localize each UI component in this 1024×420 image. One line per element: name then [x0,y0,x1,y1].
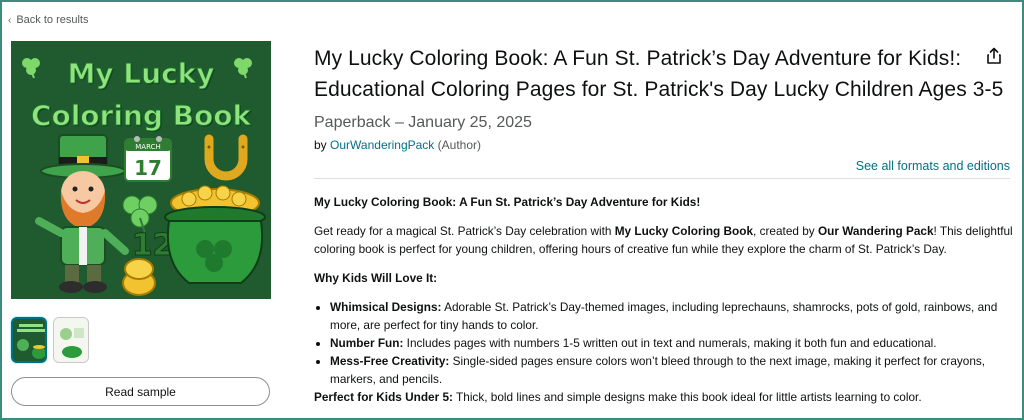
author-link[interactable]: OurWanderingPack [330,138,434,152]
share-button[interactable] [980,42,1008,70]
bullet-label: Whimsical Designs: [330,300,442,314]
intro-bold-2: Our Wandering Pack [817,224,934,238]
thumbnail-page[interactable] [53,317,89,363]
list-item: Whimsical Designs: Adorable St. Patrick’… [330,298,1014,334]
back-to-results-link[interactable]: ‹ Back to results [8,14,88,26]
intro-text-1: Get ready for a magical St. Patrick’s Da… [314,224,615,238]
list-item: Mess-Free Creativity: Single-sided pages… [330,352,1014,388]
bullet-label: Number Fun: [330,336,404,350]
horseshoe-icon [204,134,248,181]
list-item: Number Fun: Includes pages with numbers … [330,334,1014,352]
thumbnail-strip [11,317,89,363]
share-icon [987,47,1001,64]
pot-of-gold-icon [164,185,266,284]
read-sample-button[interactable]: Read sample [11,377,270,406]
perfect-for-line: Perfect for Kids Under 5: Thick, bold li… [314,388,1014,406]
cover-title-line2: Coloring Book [30,99,252,133]
cover-thumbnail-image [13,319,45,361]
product-description: My Lucky Coloring Book: A Fun St. Patric… [314,193,1014,406]
calendar-month: MARCH [135,143,161,151]
description-intro: Get ready for a magical St. Patrick’s Da… [314,222,1014,258]
shamrock-icon [234,58,252,79]
bullet-text: Includes pages with numbers 1-5 written … [403,336,937,350]
calendar-icon: MARCH 17 [124,136,172,182]
divider [314,178,1010,179]
perfect-label: Perfect for Kids Under 5: [314,390,453,404]
description-heading: My Lucky Coloring Book: A Fun St. Patric… [314,195,701,209]
author-role: (Author) [437,138,482,152]
intro-text-2: , created by [753,224,818,238]
by-label: by [314,138,327,152]
calendar-day: 17 [134,156,162,180]
thumbnail-cover[interactable] [11,317,47,363]
shamrock-icon [22,58,40,79]
page-thumbnail-image [54,318,88,362]
perfect-text: Thick, bold lines and simple designs mak… [452,390,922,404]
see-all-formats-link[interactable]: See all formats and editions [856,159,1010,173]
byline: by OurWanderingPack (Author) [314,138,481,152]
product-title: My Lucky Coloring Book: A Fun St. Patric… [314,47,1004,101]
chevron-left-icon: ‹ [8,14,12,26]
intro-bold-1: My Lucky Coloring Book [614,224,754,238]
back-label: Back to results [16,14,89,26]
feature-list: Whimsical Designs: Adorable St. Patrick’… [330,298,1014,388]
coins-icon [122,258,156,296]
bullet-label: Mess-Free Creativity: [330,354,450,368]
why-heading: Why Kids Will Love It: [314,271,438,285]
book-cover-image[interactable]: My Lucky Coloring Book MARCH 17 123 [11,41,271,299]
format-and-date: Paperback – January 25, 2025 [314,114,532,131]
